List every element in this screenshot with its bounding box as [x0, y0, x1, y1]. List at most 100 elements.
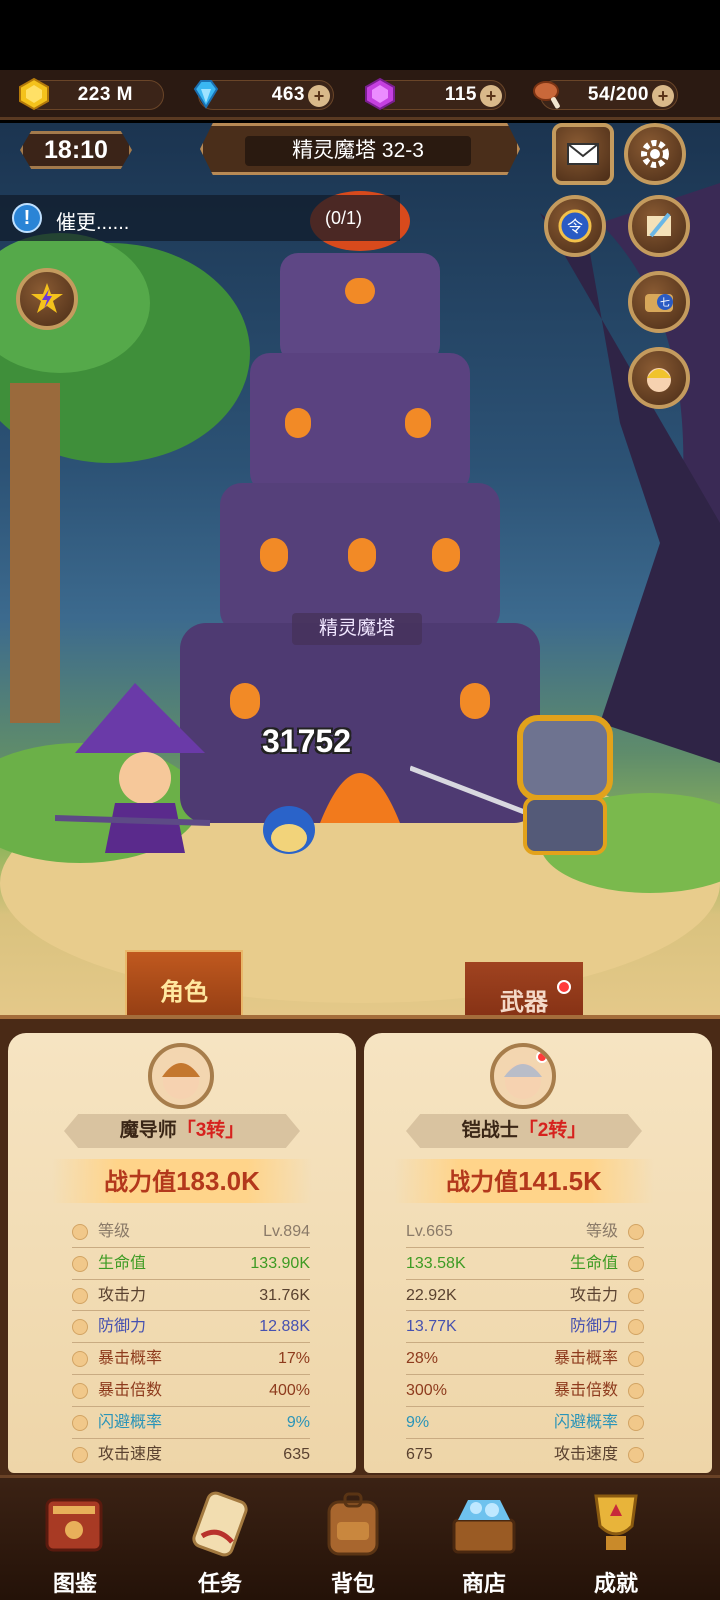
gear-icon	[641, 140, 669, 168]
stat-label: 生命值	[569, 1254, 618, 1272]
stat-label: 闪避概率	[553, 1413, 618, 1431]
stat-label: 等级	[98, 1223, 131, 1240]
stat-label: 攻击速度	[98, 1445, 163, 1463]
power-label: 战力值	[104, 1169, 177, 1196]
calendar-scroll-icon: 七	[645, 294, 673, 312]
nav-backpack[interactable]: 背包	[293, 1478, 413, 1600]
nav-shop[interactable]: 商店	[424, 1478, 544, 1600]
nav-shop-label: 商店	[461, 1571, 506, 1596]
stamina-counter[interactable]: 54/200 +	[533, 80, 678, 110]
character-stats: 等级 Lv.894 生命值 133.90K 攻击力 31.76K 防御力 12.88K …	[72, 1216, 310, 1470]
svg-text:令: 令	[567, 217, 583, 236]
crit-rate-icon	[72, 1351, 88, 1368]
add-diamond-button[interactable]: +	[308, 85, 330, 107]
stat-crit-rate: 暴击概率 17%	[72, 1343, 310, 1375]
stat-label: 暴击概率	[98, 1350, 163, 1368]
stat-dodge: 闪避概率 9%	[72, 1407, 310, 1439]
warrior-avatar[interactable]	[490, 1043, 556, 1109]
stat-label: 攻击速度	[553, 1445, 618, 1463]
stat-crit-multiplier: 暴击倍数 300%	[406, 1375, 644, 1407]
stat-value: 133.58K	[406, 1254, 466, 1272]
stat-value: 17%	[277, 1350, 310, 1368]
stat-label: 等级	[585, 1223, 618, 1240]
quest-tracker[interactable]: ! 催更...... (0/1)	[0, 195, 400, 241]
blue-slime-pet	[263, 806, 315, 854]
character-name: 魔导师「3转」	[64, 1114, 300, 1148]
gold-value: 223 M	[77, 84, 133, 105]
feather-letter-icon	[647, 212, 671, 238]
blonde-hero-icon	[647, 368, 671, 392]
stat-attack: 攻击力 22.92K	[406, 1280, 644, 1312]
info-icon: !	[12, 203, 42, 233]
stat-value: 300%	[406, 1381, 447, 1399]
tab-character-label: 角色	[160, 979, 208, 1006]
tab-weapon-label: 武器	[500, 989, 548, 1016]
backpack-icon	[327, 1492, 379, 1556]
nav-quests[interactable]: 任务	[160, 1478, 280, 1600]
warrior-tier: 「2转」	[518, 1120, 587, 1141]
nav-codex[interactable]: 图鉴	[15, 1478, 135, 1600]
character-power: 战力值183.0K	[52, 1159, 312, 1203]
stat-value: 13.77K	[406, 1318, 457, 1336]
order-badge-button[interactable]: 令	[544, 195, 606, 257]
heart-icon	[628, 1255, 644, 1272]
mage-hero-sprite	[55, 683, 211, 853]
stat-attack-speed: 攻击速度 675	[406, 1439, 644, 1471]
crit-multiplier-icon	[628, 1382, 644, 1399]
mage-avatar[interactable]	[148, 1043, 214, 1109]
seven-day-button[interactable]: 七	[628, 271, 690, 333]
stat-label: 闪避概率	[98, 1413, 163, 1431]
stat-label: 防御力	[569, 1318, 618, 1336]
svg-text:七: 七	[660, 297, 670, 309]
resource-bar: 223 M 463 + 115 + 54/200 +	[0, 70, 720, 120]
level-icon	[72, 1224, 88, 1240]
gold-counter[interactable]: 223 M	[19, 77, 164, 111]
codex-book-icon	[45, 1498, 103, 1552]
stat-value: 675	[406, 1445, 433, 1463]
stat-label: 暴击概率	[553, 1350, 618, 1368]
stage-banner[interactable]: 精灵魔塔 32-3	[200, 123, 520, 175]
stat-crit-rate: 暴击概率 28%	[406, 1343, 644, 1375]
hero-portrait-button[interactable]	[628, 347, 690, 409]
speed-icon	[628, 1446, 644, 1463]
stamina-value: 54/200	[587, 84, 649, 105]
stat-dodge: 闪避概率 9%	[406, 1407, 644, 1439]
settings-button[interactable]	[624, 123, 686, 185]
dodge-icon	[628, 1414, 644, 1431]
notification-dot	[557, 980, 571, 994]
letter-scroll-button[interactable]	[628, 195, 690, 257]
tower-name-label: 精灵魔塔	[292, 613, 422, 645]
shield-icon	[628, 1319, 644, 1336]
lightning-star-icon	[31, 283, 63, 313]
stat-level: 等级 Lv.894	[72, 1216, 310, 1248]
order-badge-icon: 令	[558, 209, 592, 243]
gem-counter[interactable]: 115 +	[365, 77, 506, 111]
level-icon	[628, 1224, 644, 1240]
character-class: 魔导师	[119, 1120, 177, 1141]
stat-label: 生命值	[98, 1254, 147, 1272]
stat-value: 400%	[269, 1381, 310, 1399]
add-stamina-button[interactable]: +	[652, 85, 674, 107]
stat-hp: 生命值 133.90K	[72, 1248, 310, 1280]
stat-level: 等级 Lv.665	[406, 1216, 644, 1248]
stat-defense: 防御力 13.77K	[406, 1311, 644, 1344]
battle-scene: 18:10 精灵魔塔 32-3 ! 催更...... (0/1) 令 七 精灵魔…	[0, 123, 720, 1023]
add-gem-button[interactable]: +	[480, 85, 502, 107]
stat-value: Lv.665	[406, 1223, 453, 1240]
mail-button[interactable]	[552, 123, 614, 185]
nav-quests-label: 任务	[197, 1571, 242, 1596]
diamond-value: 463	[271, 84, 305, 105]
lightning-skill-button[interactable]	[16, 268, 78, 330]
armored-warrior-sprite	[410, 715, 613, 855]
quest-text: 催更......	[56, 212, 130, 234]
warrior-power: 战力值141.5K	[394, 1159, 654, 1203]
diamond-counter[interactable]: 463 +	[193, 80, 334, 110]
nav-codex-label: 图鉴	[52, 1571, 97, 1596]
stat-value: Lv.894	[263, 1223, 310, 1240]
nav-achievements[interactable]: 成就	[556, 1478, 676, 1600]
character-tier: 「3转」	[176, 1120, 245, 1141]
warrior-stats: 等级 Lv.665 生命值 133.58K 攻击力 22.92K 防御力 13.77K …	[406, 1216, 644, 1470]
shop-chest-icon	[452, 1500, 516, 1554]
stat-attack: 攻击力 31.76K	[72, 1280, 310, 1312]
notification-dot	[536, 1051, 548, 1063]
